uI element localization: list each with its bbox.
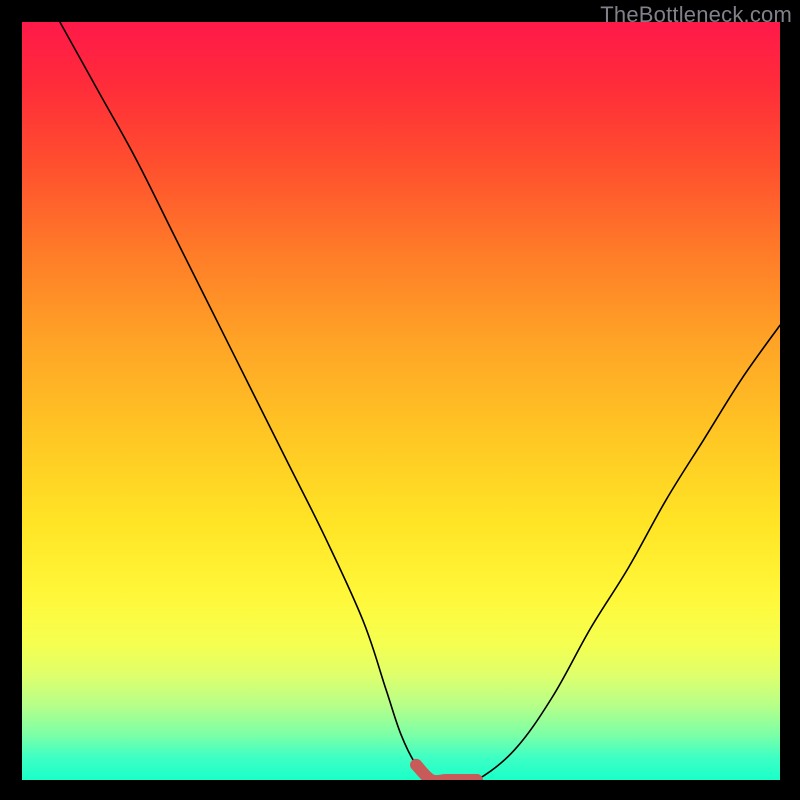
highlight-dot-left <box>410 759 422 771</box>
chart-frame: TheBottleneck.com <box>0 0 800 800</box>
highlight-dot-right <box>471 774 483 780</box>
highlight-segment <box>416 765 477 780</box>
watermark-text: TheBottleneck.com <box>600 2 792 28</box>
curve-path <box>60 22 780 780</box>
bottleneck-curve <box>22 22 780 780</box>
plot-area <box>22 22 780 780</box>
